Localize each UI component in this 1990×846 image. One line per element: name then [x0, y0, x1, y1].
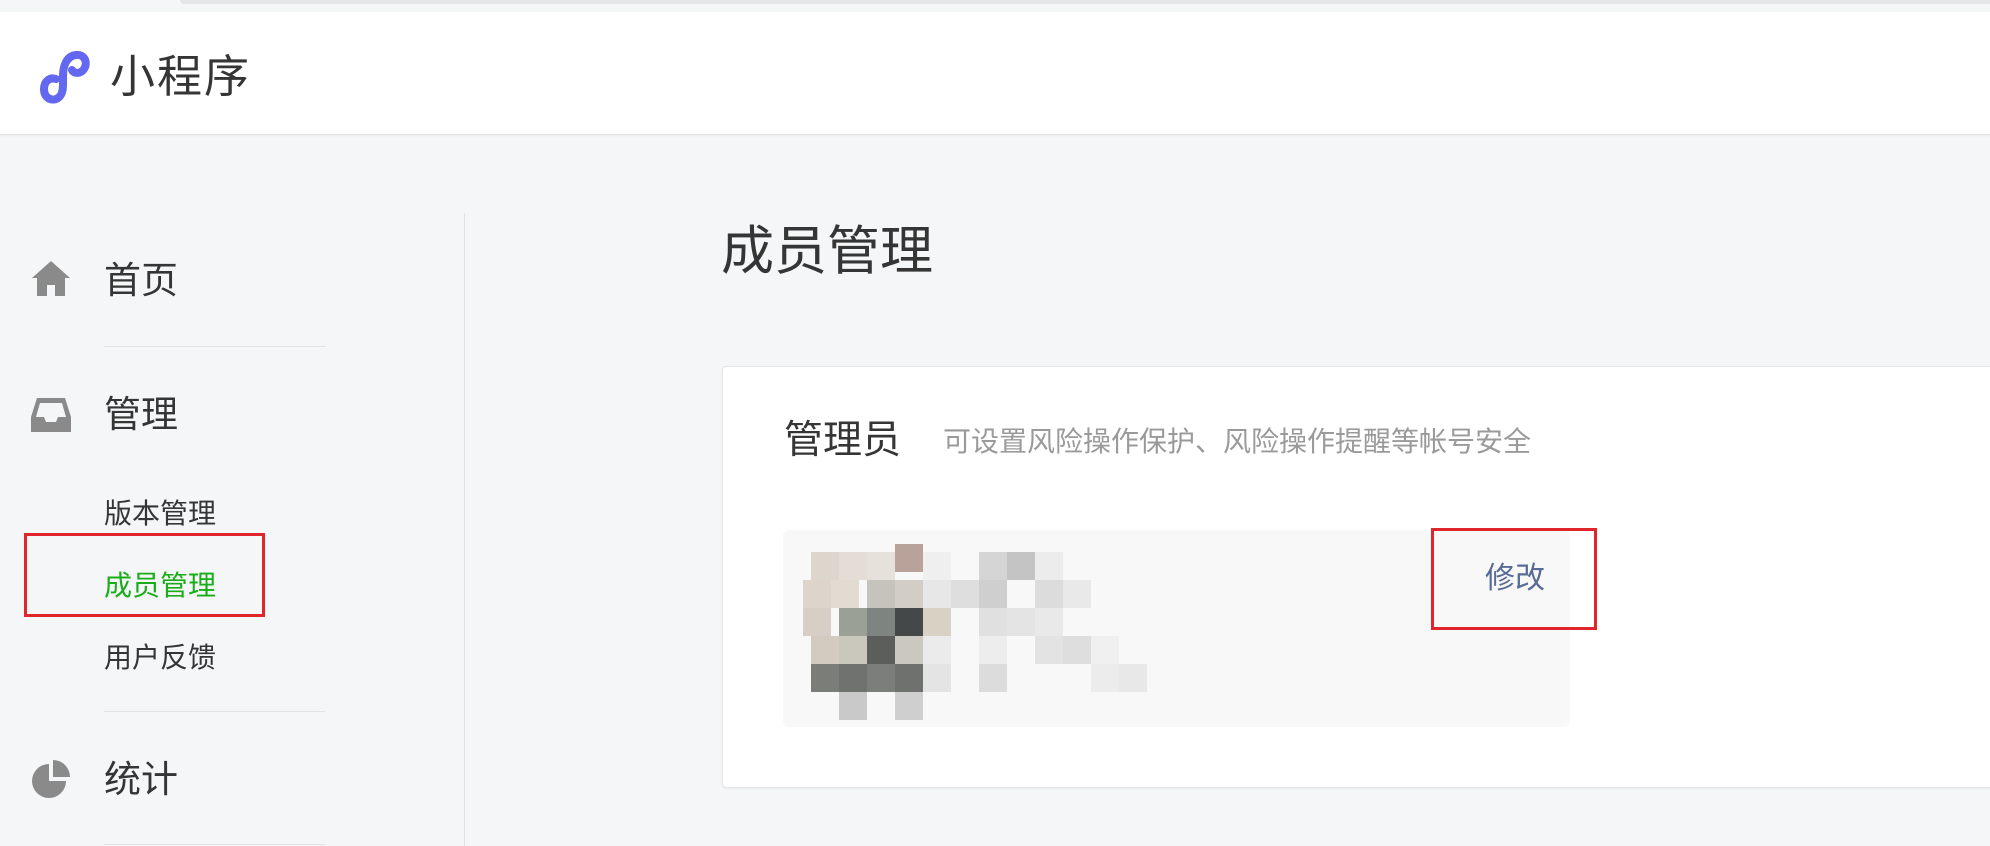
member-manage-highlight — [24, 533, 265, 617]
sidebar-border — [464, 213, 465, 846]
sidebar-divider — [104, 346, 325, 347]
home-icon — [32, 261, 70, 296]
admin-card: 管理员 可设置风险操作保护、风险操作提醒等帐号安全 修改 — [722, 366, 1990, 788]
admin-card-description: 可设置风险操作保护、风险操作提醒等帐号安全 — [943, 425, 1532, 458]
sidebar: 首页 管理 版本管理 成员管理 用户反馈 统计 — [0, 135, 464, 846]
sidebar-item-user-feedback[interactable]: 用户反馈 — [104, 642, 216, 674]
sidebar-item-version-manage[interactable]: 版本管理 — [104, 498, 216, 530]
edit-link[interactable]: 修改 — [1485, 562, 1545, 596]
avatar — [803, 544, 1155, 720]
sidebar-item-manage[interactable]: 管理 — [104, 394, 178, 436]
sidebar-divider — [104, 711, 325, 712]
admin-card-title: 管理员 — [784, 418, 902, 463]
brand-title: 小程序 — [110, 50, 252, 103]
sidebar-item-home[interactable]: 首页 — [104, 260, 178, 302]
sidebar-divider — [104, 844, 325, 845]
mini-program-logo-icon — [40, 50, 90, 104]
browser-top-edge — [180, 0, 1990, 4]
top-header: 小程序 — [0, 12, 1990, 135]
sidebar-item-stats[interactable]: 统计 — [104, 759, 178, 801]
inbox-icon — [31, 398, 71, 432]
pie-chart-icon — [32, 760, 70, 798]
page-title: 成员管理 — [721, 221, 933, 282]
